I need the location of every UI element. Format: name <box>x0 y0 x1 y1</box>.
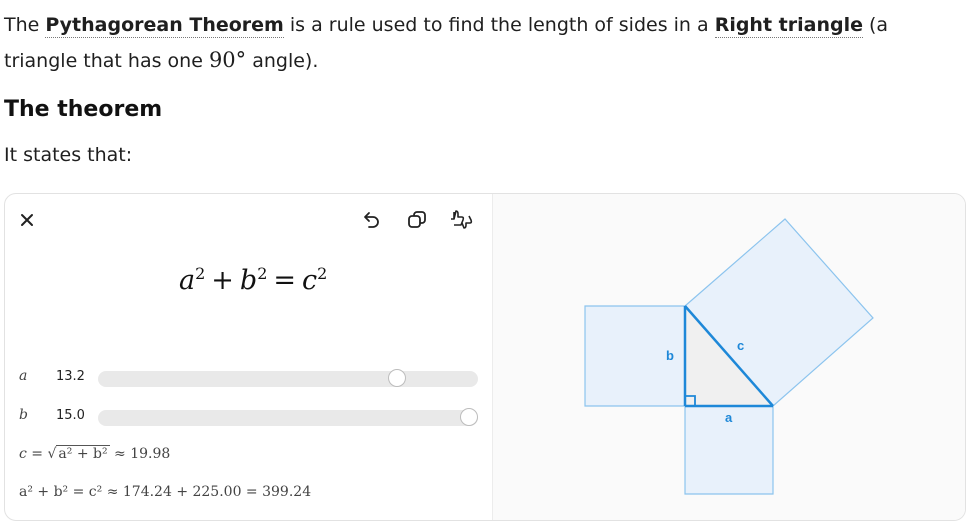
feedback-icon <box>451 210 473 229</box>
slider-b-row: b 15.0 <box>19 405 479 429</box>
label-c: c <box>737 338 744 353</box>
triangle-diagram-pane: b a c <box>492 194 965 520</box>
formula-b-exp: 2 <box>257 264 268 283</box>
close-button[interactable] <box>13 206 41 234</box>
intro-text-1: The <box>4 14 46 36</box>
formula-c: c <box>302 265 318 296</box>
right-triangle-link[interactable]: Right triangle <box>714 14 863 38</box>
slider-b-value: 15.0 <box>56 408 85 423</box>
formula-c-exp: 2 <box>317 264 328 283</box>
slider-b-thumb[interactable] <box>460 408 478 426</box>
intro-text-4: angle). <box>246 50 319 72</box>
slider-a-thumb[interactable] <box>387 369 406 387</box>
pythagorean-widget: a2 + b2 = c2 a 13.2 b 15.0 c = √ a² + b² ≈ 19… <box>4 193 966 521</box>
formula-a: a <box>179 265 196 296</box>
formula-b: b <box>239 265 258 296</box>
slider-a-label: a <box>19 368 28 384</box>
formula-eq: = <box>273 265 297 296</box>
c-result: c = √ a² + b² ≈ 19.98 <box>19 445 171 462</box>
slider-b-track[interactable] <box>98 408 478 426</box>
slider-a-track[interactable] <box>98 369 478 387</box>
pythagorean-formula: a2 + b2 = c2 <box>179 264 327 296</box>
c-result-eq: = <box>31 446 44 462</box>
states-text: It states that: <box>4 144 133 166</box>
undo-button[interactable] <box>357 206 385 234</box>
intro-text-2: is a rule used to find the length of sid… <box>283 14 715 36</box>
undo-icon <box>364 212 379 228</box>
slider-a-row: a 13.2 <box>19 366 479 390</box>
angle-value: 90° <box>208 48 247 72</box>
c-result-radical: a² + b² <box>56 445 110 462</box>
close-icon <box>21 214 33 226</box>
intro-paragraph: The Pythagorean Theorem is a rule used t… <box>4 8 954 79</box>
widget-controls-pane: a2 + b2 = c2 a 13.2 b 15.0 c = √ a² + b² ≈ 19… <box>5 194 492 520</box>
c-result-lhs: c <box>19 446 27 462</box>
c-result-value: ≈ 19.98 <box>114 446 171 462</box>
label-a: a <box>725 410 733 425</box>
sum-result: a² + b² = c² ≈ 174.24 + 225.00 = 399.24 <box>19 484 312 500</box>
formula-plus: + <box>211 265 234 296</box>
pythagorean-theorem-link[interactable]: Pythagorean Theorem <box>45 14 284 38</box>
copy-button[interactable] <box>403 206 431 234</box>
slider-a-value: 13.2 <box>56 369 85 384</box>
slider-b-label: b <box>19 407 28 423</box>
section-heading: The theorem <box>4 97 163 122</box>
feedback-button[interactable] <box>447 206 475 234</box>
copy-icon <box>408 211 426 228</box>
formula-a-exp: 2 <box>195 264 206 283</box>
triangle-diagram: b a c <box>584 218 874 495</box>
label-b: b <box>666 348 674 363</box>
